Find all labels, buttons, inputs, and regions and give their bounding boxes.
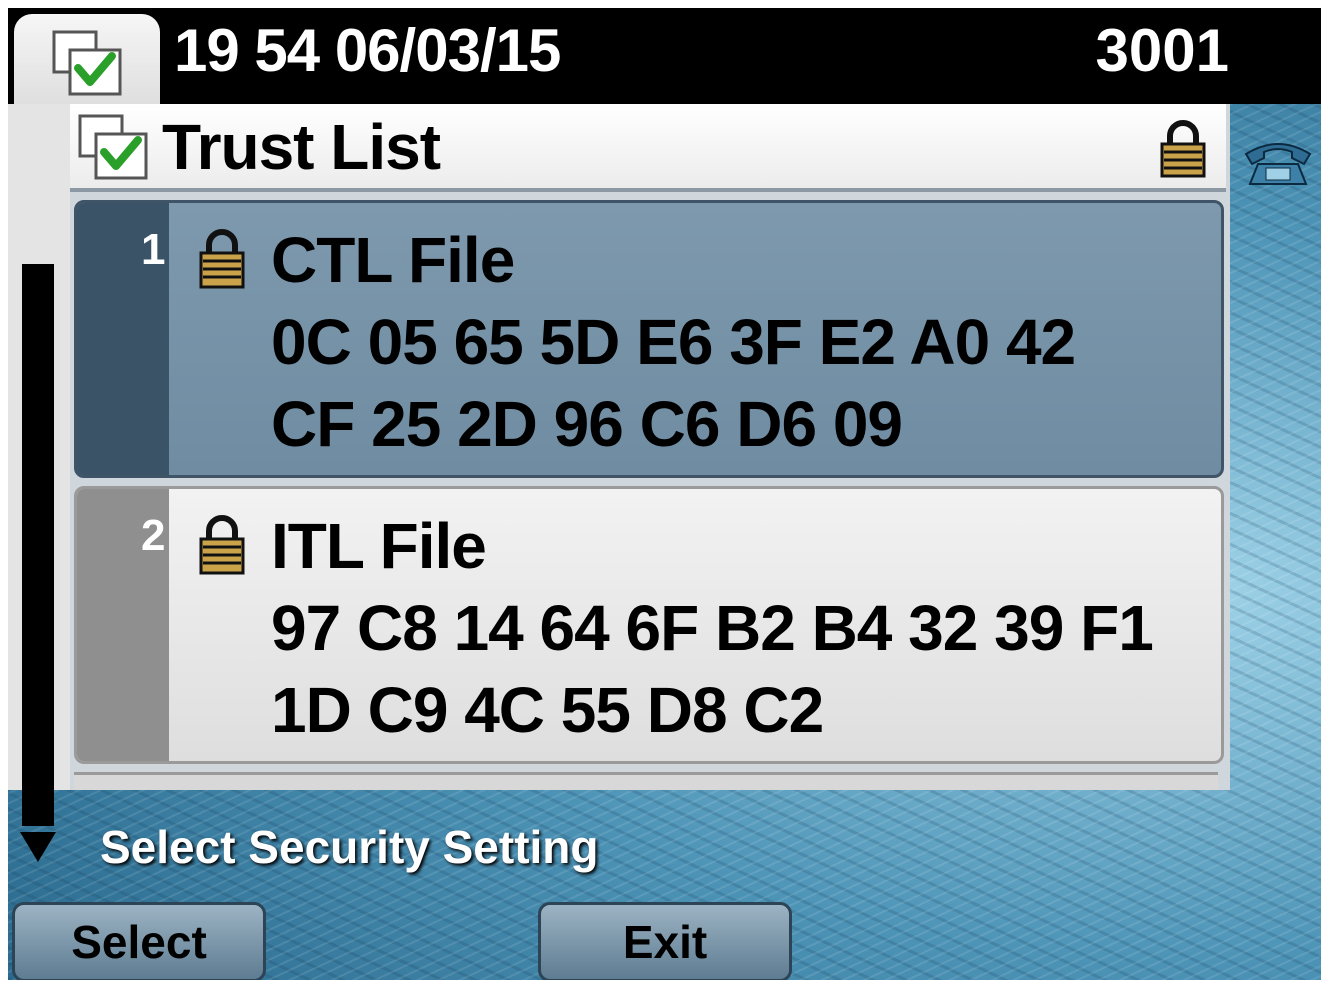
item-name: CTL File [271, 224, 515, 296]
select-button[interactable]: Select [12, 902, 266, 980]
row-index: 1 [141, 225, 166, 274]
scrollbar[interactable] [22, 264, 54, 826]
item-hash-line-2: 1D C9 4C 55 D8 C2 [271, 674, 824, 746]
exit-button[interactable]: Exit [538, 902, 792, 980]
list-item-itl-file[interactable]: 2 ITL File 97 C8 14 64 6F B2 B4 32 39 F1… [74, 486, 1224, 764]
list-item-partial[interactable] [74, 772, 1218, 790]
row-index: 2 [141, 511, 166, 560]
phone-screen: 19 54 06/03/15 3001 Trust List 1 CTL Fil… [8, 8, 1321, 980]
panel-title-bar: Trust List [70, 104, 1226, 192]
padlock-icon [1160, 120, 1206, 178]
trust-list-panel: Trust List 1 CTL File 0C 05 65 5D E6 3F … [70, 104, 1230, 790]
list-item-ctl-file[interactable]: 1 CTL File 0C 05 65 5D E6 3F E2 A0 42 CF… [74, 200, 1224, 478]
padlock-icon [199, 515, 245, 575]
panel-title: Trust List [162, 111, 441, 183]
scroll-down-arrow-icon[interactable] [20, 832, 56, 862]
phone-line-icon[interactable] [1242, 136, 1314, 188]
line-number: 3001 [1095, 17, 1229, 84]
item-hash-line-1: 97 C8 14 64 6F B2 B4 32 39 F1 [271, 592, 1154, 664]
item-hash-line-1: 0C 05 65 5D E6 3F E2 A0 42 [271, 306, 1076, 378]
padlock-icon [199, 229, 245, 289]
prompt-text: Select Security Setting [100, 821, 599, 873]
item-hash-line-2: CF 25 2D 96 C6 D6 09 [271, 388, 903, 460]
date-time: 19 54 06/03/15 [174, 17, 561, 84]
status-header: 19 54 06/03/15 3001 [8, 8, 1321, 114]
settings-check-icon [52, 30, 122, 96]
scroll-rail [8, 104, 70, 862]
settings-tab[interactable] [14, 14, 160, 114]
settings-check-icon [78, 114, 148, 180]
item-name: ITL File [271, 510, 487, 582]
